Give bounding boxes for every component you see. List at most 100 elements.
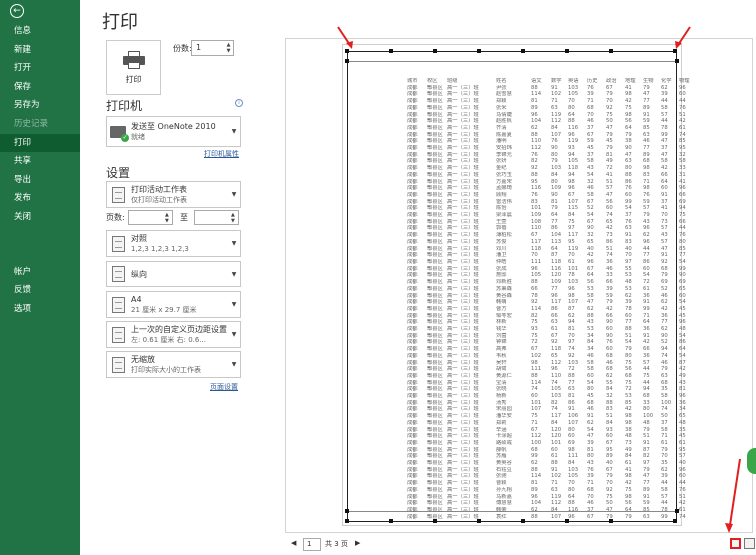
table-cell: 76 bbox=[679, 232, 686, 239]
paper-size-select[interactable]: A4 21 厘米 x 29.7 厘米 ▼ bbox=[106, 291, 241, 318]
table-cell: 48 bbox=[679, 326, 686, 333]
scaling-icon bbox=[107, 352, 129, 377]
table-cell: 92 bbox=[531, 165, 538, 172]
pages-from-spinner[interactable]: ▲ ▼ bbox=[165, 212, 171, 224]
table-cell: 76 bbox=[643, 191, 650, 198]
margin-handle[interactable] bbox=[389, 49, 393, 53]
copies-input[interactable]: 1 ▲ ▼ bbox=[191, 40, 234, 56]
current-page-input[interactable]: 1 bbox=[303, 538, 321, 551]
margin-handle[interactable] bbox=[345, 59, 349, 63]
nav-item-2[interactable]: 打开 bbox=[0, 59, 80, 78]
table-cell: 高一（三）班 bbox=[447, 145, 479, 152]
table-cell: 109 bbox=[531, 212, 542, 219]
table-cell: 郫县区 bbox=[427, 265, 443, 272]
table-cell: 33 bbox=[606, 272, 613, 279]
nav-item-6[interactable]: 打印 bbox=[0, 133, 80, 153]
nav-item-0[interactable]: 信息 bbox=[0, 22, 80, 41]
table-cell: 46 bbox=[587, 406, 594, 413]
print-scope-select[interactable]: 打印活动工作表 仅打印活动工作表 ▼ bbox=[106, 181, 241, 208]
printer-select[interactable]: ✓ 发送至 OneNote 2010 就绪 ▼ bbox=[106, 116, 241, 147]
table-cell: 成都 bbox=[407, 84, 418, 91]
prev-page-button[interactable]: ◀ bbox=[291, 539, 296, 547]
orientation-select[interactable]: 纵向 ▼ bbox=[106, 261, 241, 287]
print-button[interactable]: 打印 bbox=[106, 40, 161, 95]
table-cell: 115 bbox=[568, 205, 579, 212]
assistant-bubble[interactable] bbox=[747, 448, 756, 474]
margin-handle[interactable] bbox=[433, 49, 437, 53]
table-cell: 94 bbox=[568, 151, 575, 158]
table-cell: 78 bbox=[661, 507, 668, 513]
zoom-to-page-button[interactable] bbox=[744, 538, 755, 549]
info-icon[interactable]: i bbox=[235, 99, 243, 107]
table-cell: 62 bbox=[587, 305, 594, 312]
table-cell: 成都 bbox=[407, 366, 418, 373]
table-cell: 37 bbox=[661, 419, 668, 426]
table-cell: 齐清 bbox=[496, 124, 507, 131]
pages-from-input[interactable]: ▲ ▼ bbox=[128, 210, 173, 225]
margin-handle[interactable] bbox=[521, 49, 525, 53]
table-cell: 69 bbox=[679, 198, 686, 205]
nav-item-3[interactable]: 保存 bbox=[0, 78, 80, 97]
table-cell: 34 bbox=[587, 332, 594, 339]
table-cell: 48 bbox=[643, 419, 650, 426]
table-cell: 120 bbox=[551, 433, 562, 440]
nav-item-10[interactable]: 关闭 bbox=[0, 208, 80, 227]
header-margin-line[interactable] bbox=[347, 61, 677, 62]
nav-footer-item-2[interactable]: 选项 bbox=[0, 300, 80, 319]
nav-item-7[interactable]: 共享 bbox=[0, 152, 80, 171]
table-cell: 高一（三）班 bbox=[447, 359, 479, 366]
table-row: 成都 郫县区 高一（三）班 顾翔 76 90 67 58 47 60 76 91 66 bbox=[407, 192, 697, 199]
show-margins-button[interactable] bbox=[730, 538, 741, 549]
table-cell: 成都 bbox=[407, 258, 418, 265]
table-cell: 74 bbox=[568, 346, 575, 353]
table-cell: 87 bbox=[551, 252, 558, 259]
table-cell: 99 bbox=[661, 513, 668, 520]
table-cell: 郫县区 bbox=[427, 419, 443, 426]
table-cell: 韩荣 bbox=[496, 507, 507, 513]
table-cell: 化学 bbox=[661, 78, 672, 84]
table-row: 成都 郫县区 高一（三）班 邹苓宏 82 66 62 88 66 60 71 36 45 bbox=[407, 313, 697, 320]
table-cell: 高一（三）班 bbox=[447, 118, 479, 125]
collate-select[interactable]: 对照 1,2,3 1,2,3 1,2,3 ▼ bbox=[106, 230, 241, 257]
printer-properties-link[interactable]: 打印机属性 bbox=[204, 149, 239, 159]
table-cell: 46 bbox=[606, 359, 613, 366]
margins-select[interactable]: 上一次的自定义页边距设置 左: 0.61 厘米 右: 0.6... ▼ bbox=[106, 321, 241, 348]
nav-item-1[interactable]: 新建 bbox=[0, 41, 80, 60]
table-cell: 钟锦 bbox=[496, 339, 507, 346]
back-button[interactable]: ← bbox=[0, 0, 80, 22]
table-cell: 成都 bbox=[407, 466, 418, 473]
table-cell: 高一（三）班 bbox=[447, 245, 479, 252]
table-cell: 仲皓 bbox=[496, 258, 507, 265]
nav-footer-item-0[interactable]: 帐户 bbox=[0, 263, 80, 282]
margin-handle[interactable] bbox=[565, 49, 569, 53]
table-cell: 93 bbox=[606, 426, 613, 433]
nav-item-4[interactable]: 另存为 bbox=[0, 96, 80, 115]
table-cell: 高一（三）班 bbox=[447, 238, 479, 245]
table-cell: 高一（三）班 bbox=[447, 205, 479, 212]
pages-to-spinner[interactable]: ▲ ▼ bbox=[231, 212, 237, 224]
table-cell: 95 bbox=[679, 145, 686, 152]
margin-handle[interactable] bbox=[675, 59, 679, 63]
margin-handle[interactable] bbox=[477, 49, 481, 53]
margin-handle[interactable] bbox=[345, 509, 349, 513]
next-page-button[interactable]: ▶ bbox=[355, 539, 360, 547]
copies-spinner[interactable]: ▲ ▼ bbox=[225, 42, 232, 54]
table-cell: 高一（三）班 bbox=[447, 453, 479, 460]
table-cell: 94 bbox=[568, 171, 575, 178]
pages-to-input[interactable]: ▲ ▼ bbox=[194, 210, 239, 225]
table-cell: 成都 bbox=[407, 486, 418, 493]
nav-footer-item-1[interactable]: 反馈 bbox=[0, 281, 80, 300]
margin-handle[interactable] bbox=[609, 49, 613, 53]
nav-item-9[interactable]: 发布 bbox=[0, 189, 80, 208]
page-setup-link[interactable]: 页面设置 bbox=[210, 382, 238, 392]
margin-handle[interactable] bbox=[389, 519, 393, 523]
bottom-margin-line[interactable] bbox=[347, 521, 677, 522]
top-margin-line[interactable] bbox=[347, 51, 677, 52]
scaling-select[interactable]: 无缩放 打印实际大小的工作表 ▼ bbox=[106, 351, 241, 378]
table-cell: 郫县区 bbox=[427, 352, 443, 359]
nav-item-8[interactable]: 导出 bbox=[0, 171, 80, 190]
margin-handle[interactable] bbox=[345, 519, 349, 523]
table-cell: 64 bbox=[643, 319, 650, 326]
table-cell: 成都 bbox=[407, 285, 418, 292]
orientation-title: 纵向 bbox=[131, 269, 147, 279]
